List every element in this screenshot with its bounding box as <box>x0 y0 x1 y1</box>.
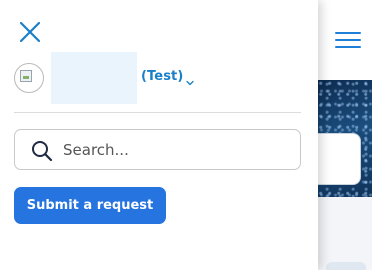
background-card <box>326 262 366 270</box>
background-page <box>318 0 372 270</box>
chevron-down-icon[interactable] <box>185 73 195 86</box>
search-icon <box>31 140 53 162</box>
background-header <box>318 0 372 80</box>
broken-image-icon <box>20 70 32 82</box>
hero-search-box <box>318 133 361 185</box>
search-box[interactable] <box>14 129 301 170</box>
search-input[interactable] <box>63 130 293 169</box>
user-name-placeholder <box>51 52 137 104</box>
close-icon[interactable] <box>18 20 42 44</box>
submit-request-button[interactable]: Submit a request <box>14 187 166 224</box>
user-menu[interactable]: (Test) <box>14 52 304 104</box>
navigation-drawer: (Test) Submit a request <box>0 0 318 270</box>
user-name[interactable]: (Test) <box>141 69 183 84</box>
page: (Test) Submit a request <box>0 0 372 270</box>
divider <box>14 112 301 113</box>
hamburger-menu-icon[interactable] <box>335 31 361 49</box>
avatar <box>14 63 44 93</box>
